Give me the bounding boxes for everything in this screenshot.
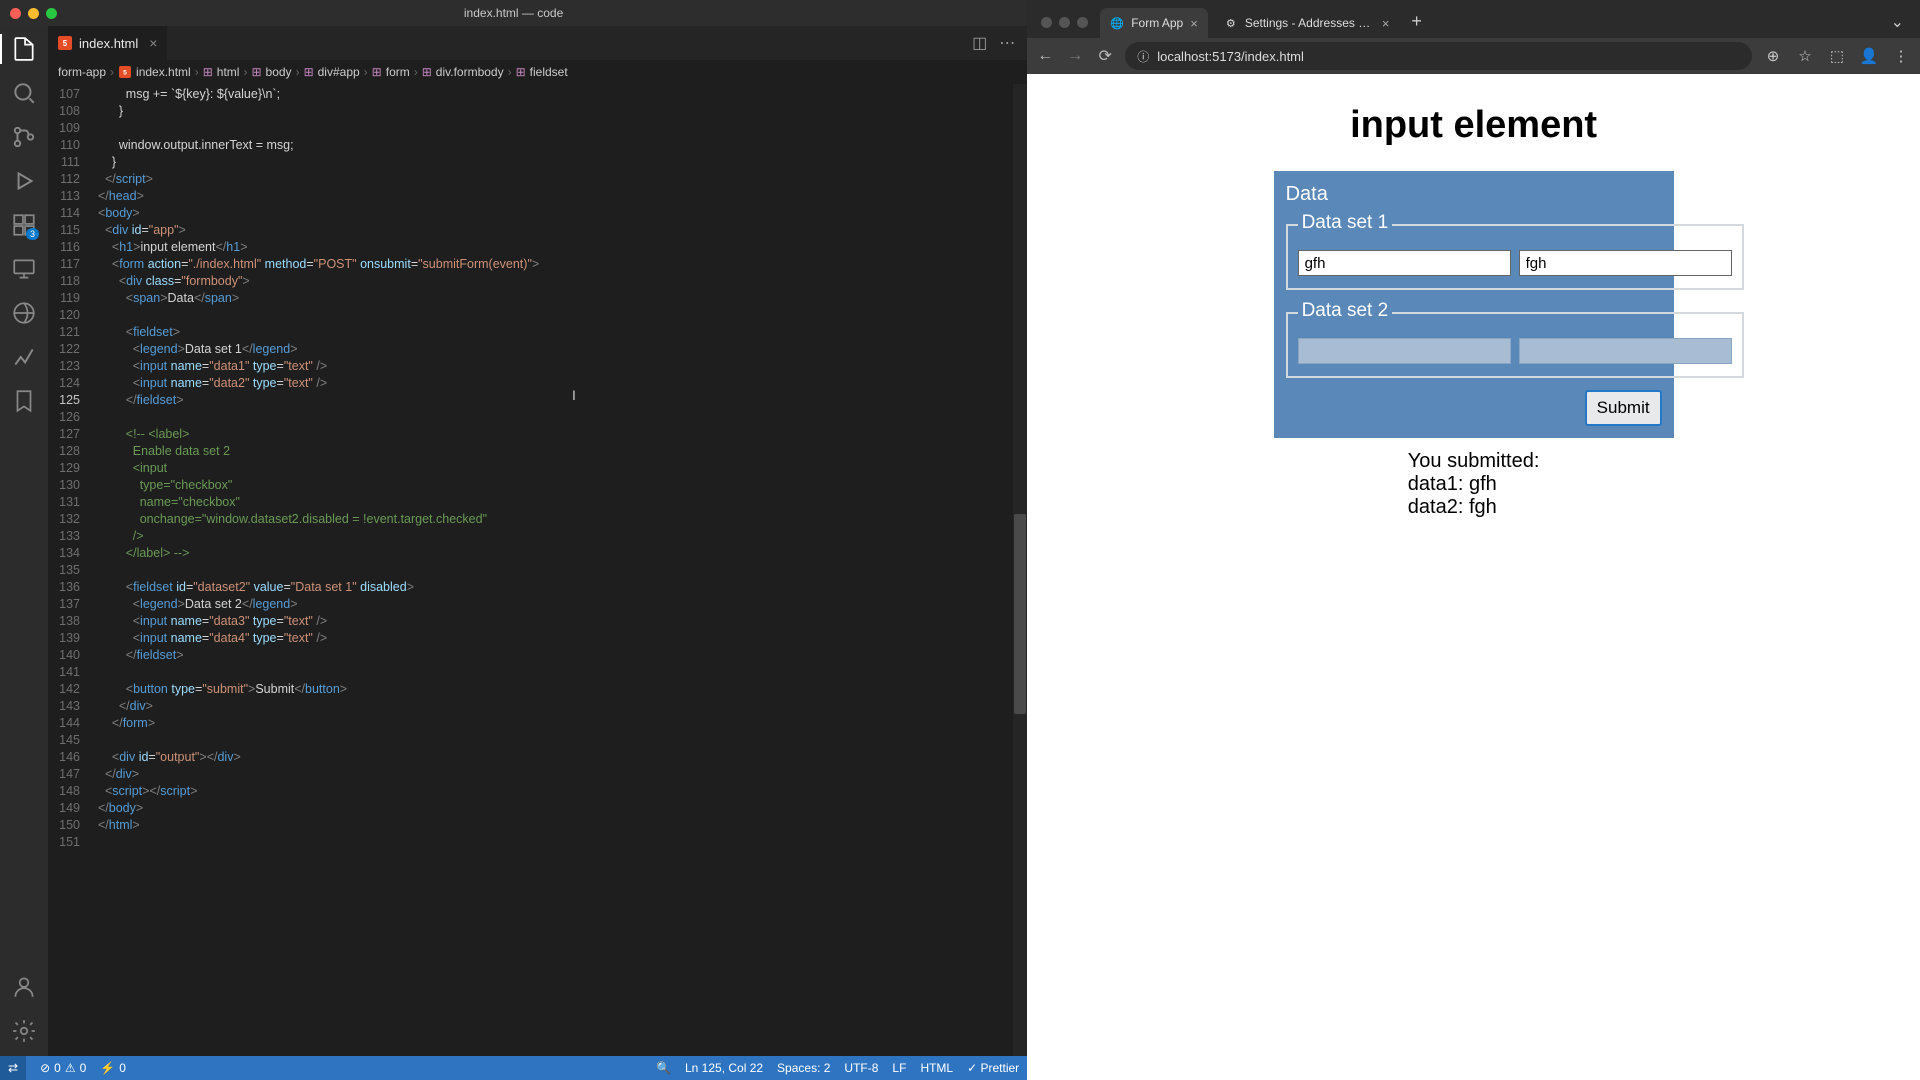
- source-control-icon[interactable]: [11, 124, 37, 150]
- bookmark-star-icon[interactable]: ☆: [1794, 47, 1816, 65]
- settings-gear-icon[interactable]: [11, 1018, 37, 1044]
- form-heading: Data: [1286, 183, 1662, 206]
- remote-indicator-icon[interactable]: ⇄: [0, 1056, 26, 1080]
- page-body: input element Data Data set 1 Data set 2…: [1027, 74, 1920, 1080]
- explorer-icon[interactable]: [11, 36, 37, 62]
- account-icon[interactable]: [11, 974, 37, 1000]
- back-icon[interactable]: ←: [1035, 47, 1055, 65]
- breadcrumb[interactable]: form-app› 5index.html› ⊞html› ⊞body› ⊞di…: [0, 60, 1027, 84]
- browser-toolbar: ← → ⟳ ⓘ localhost:5173/index.html ⊕ ☆ ⬚ …: [1027, 38, 1920, 74]
- maximize-window-icon[interactable]: [46, 8, 57, 19]
- chevron-down-icon[interactable]: ⌄: [1883, 12, 1912, 38]
- tab-close-icon[interactable]: ×: [1190, 16, 1198, 31]
- output-display: You submitted: data1: gfh data2: fgh: [1408, 450, 1540, 519]
- extensions-badge: 3: [26, 228, 39, 240]
- html-file-icon: 5: [58, 36, 72, 50]
- zoom-icon[interactable]: ⊕: [1762, 47, 1784, 65]
- data1-input[interactable]: [1298, 250, 1511, 276]
- editor-tabs: 5 index.html × ◫ ⋯: [0, 26, 1027, 60]
- tab-label: index.html: [79, 36, 138, 51]
- url-text: localhost:5173/index.html: [1157, 49, 1304, 64]
- fieldset-legend: Data set 2: [1298, 300, 1393, 322]
- status-spaces[interactable]: Spaces: 2: [777, 1061, 830, 1075]
- status-eol[interactable]: LF: [892, 1061, 906, 1075]
- window-title: index.html — code: [0, 0, 1027, 26]
- status-problems[interactable]: ⊘0⚠0: [40, 1061, 86, 1075]
- data2-input[interactable]: [1519, 250, 1732, 276]
- extensions-icon[interactable]: 3: [11, 212, 37, 238]
- split-editor-icon[interactable]: ◫: [972, 33, 987, 53]
- page-title: input element: [1350, 104, 1597, 147]
- address-bar[interactable]: ⓘ localhost:5173/index.html: [1125, 42, 1752, 70]
- status-cursor[interactable]: Ln 125, Col 22: [685, 1061, 763, 1075]
- live-share-icon[interactable]: [11, 300, 37, 326]
- fieldset-data-set-1: Data set 1: [1286, 214, 1744, 290]
- minimize-window-icon[interactable]: [28, 8, 39, 19]
- status-formatter[interactable]: ✓ Prettier: [967, 1061, 1019, 1075]
- status-find-icon[interactable]: 🔍: [656, 1061, 671, 1075]
- forward-icon[interactable]: →: [1065, 47, 1085, 65]
- browser-tabs: 🌐 Form App × ⚙ Settings - Addresses and …: [1027, 0, 1920, 38]
- remote-explorer-icon[interactable]: [11, 256, 37, 282]
- tab-close-icon[interactable]: ×: [1382, 16, 1390, 31]
- text-cursor-icon: I: [572, 387, 576, 404]
- tab-close-icon[interactable]: ×: [149, 35, 157, 51]
- bookmark-icon[interactable]: [11, 388, 37, 414]
- window-controls[interactable]: [10, 8, 57, 19]
- more-actions-icon[interactable]: ⋯: [999, 33, 1015, 53]
- html-file-icon: 5: [119, 66, 131, 78]
- status-bar: ⇄ ⊘0⚠0 ⚡0 🔍 Ln 125, Col 22 Spaces: 2 UTF…: [0, 1056, 1027, 1080]
- new-tab-icon[interactable]: +: [1405, 11, 1428, 38]
- run-debug-icon[interactable]: [11, 168, 37, 194]
- extensions-puzzle-icon[interactable]: ⬚: [1826, 47, 1848, 65]
- fieldset-data-set-2: Data set 2: [1286, 302, 1744, 378]
- form-container: Data Data set 1 Data set 2 Submit: [1274, 171, 1674, 438]
- tab-index-html[interactable]: 5 index.html ×: [48, 26, 167, 60]
- search-icon[interactable]: [11, 80, 37, 106]
- fieldset-legend: Data set 1: [1298, 212, 1393, 234]
- reload-icon[interactable]: ⟳: [1095, 46, 1115, 66]
- globe-icon: 🌐: [1110, 16, 1124, 30]
- browser-window-controls[interactable]: [1035, 17, 1094, 38]
- graph-icon[interactable]: [11, 344, 37, 370]
- status-encoding[interactable]: UTF-8: [844, 1061, 878, 1075]
- data4-input: [1519, 338, 1732, 364]
- code-editor[interactable]: I 107 msg += `${key}: ${value}\n`;108 }1…: [48, 84, 1027, 1056]
- maximize-window-icon[interactable]: [1077, 17, 1088, 28]
- activity-bar: 3: [0, 26, 48, 1056]
- scrollbar[interactable]: [1013, 84, 1027, 1056]
- browser-tab-form-app[interactable]: 🌐 Form App ×: [1100, 8, 1208, 38]
- close-window-icon[interactable]: [1041, 17, 1052, 28]
- site-info-icon[interactable]: ⓘ: [1137, 48, 1149, 65]
- menu-icon[interactable]: ⋮: [1890, 47, 1912, 65]
- minimize-window-icon[interactable]: [1059, 17, 1070, 28]
- submit-button[interactable]: Submit: [1585, 390, 1662, 426]
- status-ports[interactable]: ⚡0: [100, 1061, 126, 1075]
- gear-icon: ⚙: [1224, 16, 1238, 30]
- status-language[interactable]: HTML: [920, 1061, 953, 1075]
- profile-avatar-icon[interactable]: 👤: [1858, 47, 1880, 65]
- data3-input: [1298, 338, 1511, 364]
- close-window-icon[interactable]: [10, 8, 21, 19]
- browser-tab-settings[interactable]: ⚙ Settings - Addresses and m… ×: [1214, 8, 1400, 38]
